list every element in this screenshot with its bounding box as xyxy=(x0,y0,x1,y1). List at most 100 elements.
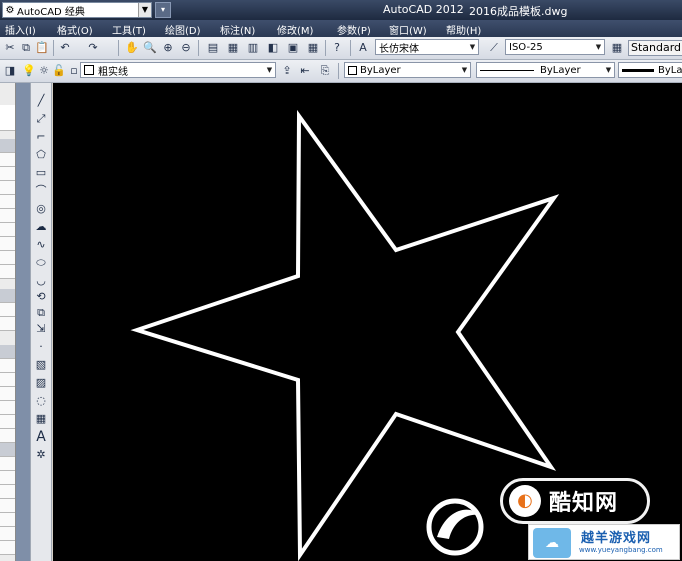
paste-icon[interactable]: 📋 xyxy=(35,41,49,55)
copy-icon[interactable]: ⧉ xyxy=(19,41,33,55)
dim-style-icon: ⟋ xyxy=(490,41,498,54)
menu-bar: 插入(I) 格式(O) 工具(T) 绘图(D) 标注(N) 修改(M) 参数(P… xyxy=(0,20,682,37)
file-name: 2016成品模板.dwg xyxy=(469,5,568,18)
hatch-icon[interactable]: ▧ xyxy=(33,357,49,373)
redo-icon[interactable]: ↷ xyxy=(86,41,100,55)
table-style-select[interactable]: Standard xyxy=(628,40,682,56)
undo-icon[interactable]: ↶ xyxy=(58,41,72,55)
text-style-value: 长仿宋体 xyxy=(379,43,419,55)
make-block-icon[interactable]: ⧉ xyxy=(33,305,49,321)
lineweight-value: ByLayer xyxy=(658,64,682,76)
palette-tool-button[interactable] xyxy=(0,105,15,131)
dim-style-select[interactable]: ISO-25 ▼ xyxy=(505,39,605,55)
plot-icon[interactable]: ▫ xyxy=(67,64,81,78)
pan-hand-icon[interactable]: ✋ xyxy=(125,41,139,55)
color-value: ByLayer xyxy=(360,64,401,76)
palette-section-header[interactable] xyxy=(0,443,15,457)
zoom-previous-icon[interactable]: ⊖ xyxy=(179,41,193,55)
sheet-set-icon[interactable]: ◧ xyxy=(266,41,280,55)
site-logo-icon: ☁ xyxy=(533,528,571,558)
workspace-switcher[interactable]: ⚙ AutoCAD 经典 ▼ xyxy=(2,2,152,18)
chevron-down-icon[interactable]: ▼ xyxy=(138,3,151,17)
draw-toolbar: ╱ ⤢ ⌐ ⬠ ▭ ⌒ ◎ ☁ ∿ ⬭ ◡ ⟲ ⧉ ⇲ · ▧ ▨ ◌ ▦ A … xyxy=(30,83,52,561)
watermark-site: ☁ 越羊游戏网 www.yueyangbang.com xyxy=(528,524,680,560)
spline-icon[interactable]: ∿ xyxy=(33,237,49,253)
gear-icon: ⚙ xyxy=(5,4,15,16)
color-select[interactable]: ByLayer ▼ xyxy=(344,62,471,78)
chevron-down-icon: ▼ xyxy=(461,66,468,74)
app-title: AutoCAD 2012 xyxy=(383,3,464,16)
layer-state-icon[interactable]: ⎘ xyxy=(318,64,332,78)
linetype-select[interactable]: ByLayer ▼ xyxy=(476,62,615,78)
menu-help[interactable]: 帮助(H) xyxy=(446,22,481,37)
lightbulb-icon[interactable]: 💡 xyxy=(22,64,36,78)
menu-window[interactable]: 窗口(W) xyxy=(389,22,427,37)
menu-draw[interactable]: 绘图(D) xyxy=(165,22,201,37)
layer-previous-icon[interactable]: ⇤ xyxy=(298,64,312,78)
palette-section-header[interactable] xyxy=(0,139,15,153)
line-icon[interactable]: ╱ xyxy=(33,93,49,109)
ellipse-icon[interactable]: ⬭ xyxy=(33,255,49,271)
quick-access-menu-button[interactable]: ▾ xyxy=(155,2,171,18)
insert-block-icon[interactable]: ⟲ xyxy=(33,289,49,305)
star-outline[interactable] xyxy=(130,109,560,561)
sun-icon[interactable]: ☼ xyxy=(37,64,51,78)
chevron-down-icon: ▼ xyxy=(605,66,612,74)
chevron-down-icon: ▼ xyxy=(595,43,602,51)
layer-select[interactable]: 粗实线 ▼ xyxy=(80,62,276,78)
gradient-icon[interactable]: ▨ xyxy=(33,375,49,391)
menu-tools[interactable]: 工具(T) xyxy=(112,22,146,37)
brand-logo-icon: ◐ xyxy=(509,485,541,517)
workspace-label: AutoCAD 经典 xyxy=(17,6,85,18)
make-current-icon[interactable]: ⇪ xyxy=(280,64,294,78)
menu-modify[interactable]: 修改(M) xyxy=(277,22,313,37)
lineweight-select[interactable]: ByLayer xyxy=(618,62,682,78)
brand-text: 酷知网 xyxy=(549,491,619,516)
table-icon[interactable]: ▦ xyxy=(33,411,49,427)
layer-manager-icon[interactable]: ◨ xyxy=(3,64,17,78)
multiline-text-icon[interactable]: A xyxy=(33,429,49,445)
design-center-icon[interactable]: ▦ xyxy=(226,41,240,55)
lock-icon[interactable]: 🔓 xyxy=(52,64,66,78)
pan-icon[interactable]: ✂ xyxy=(3,41,17,55)
arc-icon[interactable]: ⌒ xyxy=(33,183,49,199)
polyline-icon[interactable]: ⌐ xyxy=(33,129,49,145)
dim-style-value: ISO-25 xyxy=(509,41,543,53)
layer-value: 粗实线 xyxy=(98,66,128,78)
layer-color-swatch xyxy=(84,65,94,75)
chevron-down-icon: ▼ xyxy=(469,43,476,51)
properties-icon[interactable]: ▤ xyxy=(206,41,220,55)
menu-dimension[interactable]: 标注(N) xyxy=(220,22,255,37)
menu-parametric[interactable]: 参数(P) xyxy=(337,22,371,37)
site-url: www.yueyangbang.com xyxy=(579,546,663,554)
region-icon[interactable]: ◌ xyxy=(33,393,49,409)
menu-insert[interactable]: 插入(I) xyxy=(5,22,36,37)
title-bar: ⚙ AutoCAD 经典 ▼ ▾ AutoCAD 2012 2016成品模板.d… xyxy=(0,0,682,20)
markup-icon[interactable]: ▣ xyxy=(286,41,300,55)
revision-cloud-icon[interactable]: ☁ xyxy=(33,219,49,235)
palette-section-header[interactable] xyxy=(0,345,15,359)
point-icon[interactable]: ⇲ xyxy=(33,321,49,337)
dot-icon[interactable]: · xyxy=(33,339,49,355)
polygon-icon[interactable]: ⬠ xyxy=(33,147,49,163)
properties-palette xyxy=(0,83,16,561)
help-icon[interactable]: ? xyxy=(330,41,344,55)
rectangle-icon[interactable]: ▭ xyxy=(33,165,49,181)
table-style-icon: ▦ xyxy=(611,41,623,54)
tool-palettes-icon[interactable]: ▥ xyxy=(246,41,260,55)
circle-icon[interactable]: ◎ xyxy=(33,201,49,217)
construction-line-icon[interactable]: ⤢ xyxy=(33,111,49,127)
palette-splitter[interactable] xyxy=(16,83,30,561)
zoom-realtime-icon[interactable]: 🔍 xyxy=(143,41,157,55)
layers-toolbar: ◨ 💡 ☼ 🔓 ▫ 粗实线 ▼ ⇪ ⇤ ⎘ ByLayer ▼ ByLayer … xyxy=(0,60,682,83)
text-style-select[interactable]: 长仿宋体 ▼ xyxy=(375,39,479,55)
palette-section-header[interactable] xyxy=(0,289,15,303)
table-style-value: Standard xyxy=(631,41,682,54)
menu-format[interactable]: 格式(O) xyxy=(57,22,93,37)
add-selected-icon[interactable]: ✲ xyxy=(33,447,49,463)
text-style-icon: A xyxy=(359,41,367,54)
calculator-icon[interactable]: ▦ xyxy=(306,41,320,55)
ellipse-arc-icon[interactable]: ◡ xyxy=(33,273,49,289)
standard-toolbar: ✂ ⧉ 📋 ↶ ↷ ✋ 🔍 ⊕ ⊖ ▤ ▦ ▥ ◧ ▣ ▦ ? A 长仿宋体 ▼… xyxy=(0,37,682,60)
zoom-window-icon[interactable]: ⊕ xyxy=(161,41,175,55)
